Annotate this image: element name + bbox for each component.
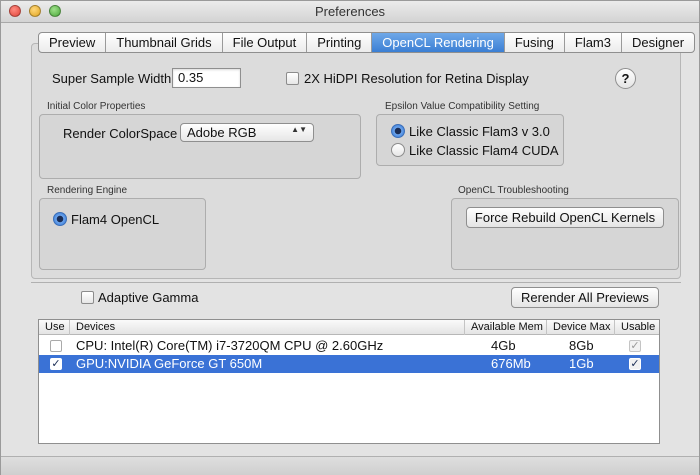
tab-flam3[interactable]: Flam3: [565, 33, 622, 52]
window-title: Preferences: [314, 4, 386, 19]
tab-bar: Preview Thumbnail Grids File Output Prin…: [38, 32, 696, 53]
render-colorspace-label: Render ColorSpace: [63, 126, 178, 141]
column-header-devices[interactable]: Devices: [70, 320, 465, 335]
epsilon-flam3-radio[interactable]: [391, 124, 405, 138]
hidpi-label: 2X HiDPI Resolution for Retina Display: [304, 71, 529, 86]
tab-fusing[interactable]: Fusing: [505, 33, 565, 52]
hidpi-checkbox[interactable]: [286, 72, 299, 85]
tab-opencl-rendering[interactable]: OpenCL Rendering: [372, 33, 505, 52]
force-rebuild-kernels-button[interactable]: Force Rebuild OpenCL Kernels: [466, 207, 664, 228]
render-colorspace-value: Adobe RGB: [187, 125, 257, 140]
opencl-troubleshooting-group-label: OpenCL Troubleshooting: [458, 185, 569, 196]
tab-designer[interactable]: Designer: [622, 33, 694, 52]
section-divider: [31, 282, 681, 283]
use-checkbox[interactable]: ✓: [50, 358, 62, 370]
column-header-device-max[interactable]: Device Max: [547, 320, 615, 335]
flam4-opencl-radio[interactable]: [53, 212, 67, 226]
devices-table-header: Use Devices Available Mem Device Max Usa…: [39, 320, 659, 335]
adaptive-gamma-label: Adaptive Gamma: [98, 290, 199, 305]
rendering-engine-group: [39, 198, 206, 270]
column-header-available-mem[interactable]: Available Mem: [465, 320, 547, 335]
device-max: 1Gb: [569, 356, 594, 371]
preferences-window: Preferences Preview Thumbnail Grids File…: [0, 0, 700, 475]
table-row[interactable]: ✓ GPU:NVIDIA GeForce GT 650M 676Mb 1Gb ✓: [39, 355, 659, 373]
render-colorspace-select[interactable]: Adobe RGB ▲▼: [180, 123, 314, 142]
column-header-use[interactable]: Use: [39, 320, 70, 335]
device-name: CPU: Intel(R) Core(TM) i7-3720QM CPU @ 2…: [76, 338, 384, 353]
epsilon-flam4-radio[interactable]: [391, 143, 405, 157]
title-bar[interactable]: Preferences: [1, 1, 699, 23]
usable-checkbox: ✓: [629, 340, 641, 352]
epsilon-group: [376, 114, 564, 166]
flam4-opencl-label: Flam4 OpenCL: [71, 212, 160, 227]
epsilon-flam3-label: Like Classic Flam3 v 3.0: [409, 124, 550, 139]
usable-checkbox: ✓: [629, 358, 641, 370]
rendering-engine-group-label: Rendering Engine: [47, 185, 128, 196]
tab-file-output[interactable]: File Output: [223, 33, 308, 52]
window-bottom-bar: [1, 456, 699, 475]
tab-thumbnail-grids[interactable]: Thumbnail Grids: [106, 33, 223, 52]
available-mem: 676Mb: [491, 356, 531, 371]
super-sample-width-field[interactable]: 0.35: [172, 68, 241, 88]
table-row[interactable]: CPU: Intel(R) Core(TM) i7-3720QM CPU @ 2…: [39, 337, 659, 355]
tab-printing[interactable]: Printing: [307, 33, 373, 52]
rerender-all-previews-button[interactable]: Rerender All Previews: [511, 287, 659, 308]
available-mem: 4Gb: [491, 338, 516, 353]
epsilon-group-label: Epsilon Value Compatibility Setting: [385, 101, 540, 112]
device-max: 8Gb: [569, 338, 594, 353]
devices-table[interactable]: Use Devices Available Mem Device Max Usa…: [38, 319, 660, 444]
initial-color-group-label: Initial Color Properties: [47, 101, 146, 112]
tab-preview[interactable]: Preview: [39, 33, 107, 52]
super-sample-width-label: Super Sample Width: [52, 71, 172, 86]
use-checkbox[interactable]: [50, 340, 62, 352]
adaptive-gamma-checkbox[interactable]: [81, 291, 94, 304]
popup-arrows-icon: ▲▼: [291, 125, 307, 134]
epsilon-flam4-label: Like Classic Flam4 CUDA: [409, 143, 559, 158]
help-button[interactable]: ?: [615, 68, 636, 89]
column-header-usable[interactable]: Usable: [615, 320, 659, 335]
device-name: GPU:NVIDIA GeForce GT 650M: [76, 356, 263, 371]
